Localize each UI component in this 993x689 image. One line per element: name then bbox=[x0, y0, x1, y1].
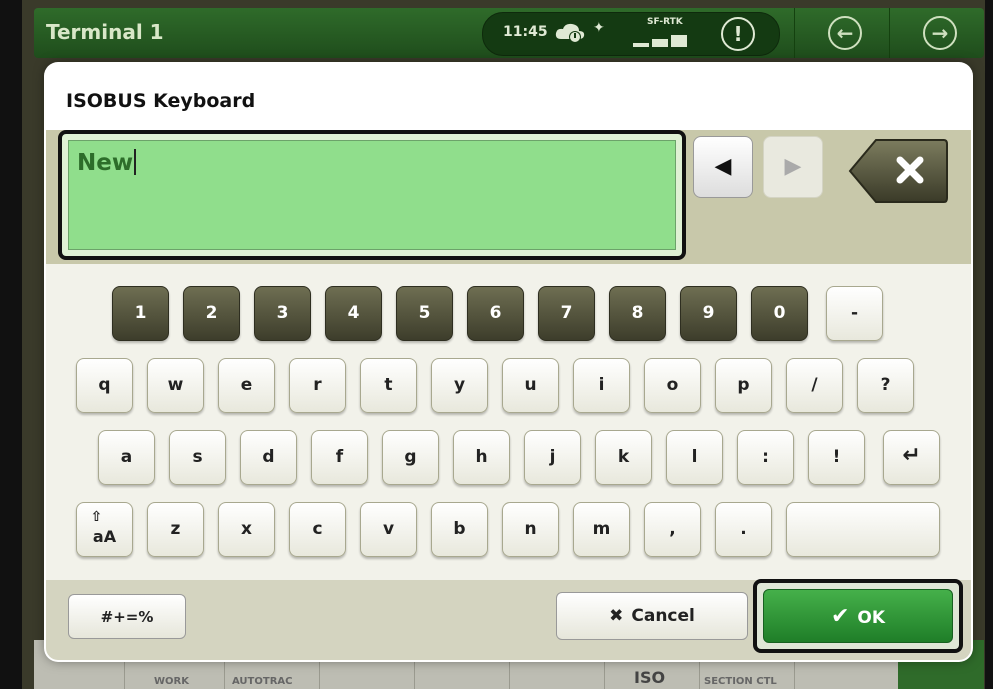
isobus-keyboard-dialog: ISOBUS Keyboard New ◀ ▶ 1 2 3 4 5 6 7 8 … bbox=[46, 64, 971, 660]
key-h[interactable]: h bbox=[453, 430, 510, 485]
key-8[interactable]: 8 bbox=[609, 286, 666, 341]
key-s[interactable]: s bbox=[169, 430, 226, 485]
key-period[interactable]: . bbox=[715, 502, 772, 557]
shortcut-label: SECTION CTL bbox=[704, 676, 777, 687]
key-slash[interactable]: / bbox=[786, 358, 843, 413]
clock: 11:45 bbox=[503, 24, 548, 40]
forward-arrow-icon[interactable]: → bbox=[923, 16, 957, 50]
key-k[interactable]: k bbox=[595, 430, 652, 485]
key-3[interactable]: 3 bbox=[254, 286, 311, 341]
cloud-alert-icon bbox=[555, 23, 585, 43]
shortcut-label: WORK bbox=[154, 676, 189, 687]
key-1[interactable]: 1 bbox=[112, 286, 169, 341]
key-4[interactable]: 4 bbox=[325, 286, 382, 341]
shift-label: aA bbox=[92, 527, 117, 546]
shift-arrow-icon: ⇧ bbox=[90, 509, 103, 525]
key-z[interactable]: z bbox=[147, 502, 204, 557]
key-question[interactable]: ? bbox=[857, 358, 914, 413]
right-border bbox=[985, 0, 993, 689]
cursor-left-button[interactable]: ◀ bbox=[693, 136, 753, 198]
cancel-label: Cancel bbox=[631, 606, 695, 626]
text-cursor bbox=[134, 149, 137, 175]
left-border bbox=[0, 0, 22, 689]
alert-icon[interactable]: ! bbox=[721, 17, 755, 51]
key-b[interactable]: b bbox=[431, 502, 488, 557]
key-m[interactable]: m bbox=[573, 502, 630, 557]
key-j[interactable]: j bbox=[524, 430, 581, 485]
entry-value: New bbox=[77, 149, 137, 176]
key-n[interactable]: n bbox=[502, 502, 559, 557]
key-o[interactable]: o bbox=[644, 358, 701, 413]
key-minus[interactable]: - bbox=[826, 286, 883, 341]
backspace-icon[interactable] bbox=[848, 136, 948, 206]
key-9[interactable]: 9 bbox=[680, 286, 737, 341]
satellite-icon: ✦ bbox=[593, 20, 605, 36]
cursor-right-button[interactable]: ▶ bbox=[763, 136, 823, 198]
signal-bars-icon bbox=[633, 31, 689, 47]
key-v[interactable]: v bbox=[360, 502, 417, 557]
key-q[interactable]: q bbox=[76, 358, 133, 413]
key-2[interactable]: 2 bbox=[183, 286, 240, 341]
key-i[interactable]: i bbox=[573, 358, 630, 413]
key-5[interactable]: 5 bbox=[396, 286, 453, 341]
screen-frame: Terminal 1 11:45 ✦ SF-RTK ! ← → WORK AUT… bbox=[0, 0, 993, 689]
dialog-title: ISOBUS Keyboard bbox=[66, 90, 256, 112]
status-pill[interactable]: 11:45 ✦ SF-RTK ! bbox=[482, 12, 780, 56]
entry-area: New bbox=[46, 130, 971, 264]
key-a[interactable]: a bbox=[98, 430, 155, 485]
space-key[interactable] bbox=[786, 502, 940, 557]
key-e[interactable]: e bbox=[218, 358, 275, 413]
separator bbox=[889, 8, 890, 58]
key-x[interactable]: x bbox=[218, 502, 275, 557]
ok-label: OK bbox=[857, 608, 886, 628]
key-f[interactable]: f bbox=[311, 430, 368, 485]
ok-button-focus-frame: ✔ OK bbox=[753, 579, 963, 653]
back-arrow-icon[interactable]: ← bbox=[828, 16, 862, 50]
key-w[interactable]: w bbox=[147, 358, 204, 413]
close-icon: ✖ bbox=[609, 606, 624, 626]
checkmark-icon: ✔ bbox=[830, 604, 850, 629]
key-exclamation[interactable]: ! bbox=[808, 430, 865, 485]
shortcut-label: ISO bbox=[634, 668, 666, 687]
key-comma[interactable]: , bbox=[644, 502, 701, 557]
enter-key-icon[interactable]: ↵ bbox=[883, 430, 940, 485]
key-u[interactable]: u bbox=[502, 358, 559, 413]
key-6[interactable]: 6 bbox=[467, 286, 524, 341]
key-g[interactable]: g bbox=[382, 430, 439, 485]
key-colon[interactable]: : bbox=[737, 430, 794, 485]
shift-key[interactable]: ⇧ aA bbox=[76, 502, 133, 557]
key-0[interactable]: 0 bbox=[751, 286, 808, 341]
gps-correction-label: SF-RTK bbox=[647, 17, 683, 27]
key-l[interactable]: l bbox=[666, 430, 723, 485]
top-status-bar: Terminal 1 11:45 ✦ SF-RTK ! ← → bbox=[34, 8, 984, 58]
text-entry-frame: New bbox=[58, 130, 686, 260]
key-c[interactable]: c bbox=[289, 502, 346, 557]
key-7[interactable]: 7 bbox=[538, 286, 595, 341]
key-t[interactable]: t bbox=[360, 358, 417, 413]
shortcut-label: AUTOTRAC bbox=[232, 676, 293, 687]
symbols-button[interactable]: #+=% bbox=[68, 594, 186, 639]
key-d[interactable]: d bbox=[240, 430, 297, 485]
text-entry-field[interactable]: New bbox=[68, 140, 676, 250]
key-r[interactable]: r bbox=[289, 358, 346, 413]
key-p[interactable]: p bbox=[715, 358, 772, 413]
terminal-title: Terminal 1 bbox=[46, 20, 164, 44]
ok-button[interactable]: ✔ OK bbox=[763, 589, 953, 643]
key-y[interactable]: y bbox=[431, 358, 488, 413]
cancel-button[interactable]: ✖ Cancel bbox=[556, 592, 748, 640]
separator bbox=[794, 8, 795, 58]
